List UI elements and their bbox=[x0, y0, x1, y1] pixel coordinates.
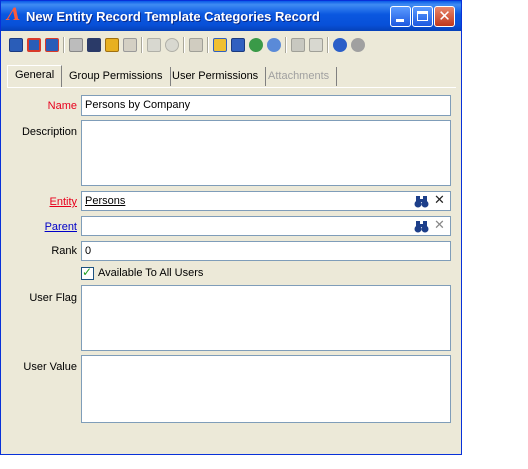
minimize-icon bbox=[396, 19, 404, 22]
available-label[interactable]: Available To All Users bbox=[98, 267, 203, 279]
parent-label[interactable]: Parent bbox=[45, 221, 77, 233]
maximize-icon bbox=[417, 11, 428, 21]
tag-icon[interactable] bbox=[309, 38, 323, 52]
forward-icon[interactable] bbox=[147, 38, 161, 52]
record-window: Λ New Entity Record Template Categories … bbox=[0, 0, 462, 455]
rank-value: 0 bbox=[85, 245, 92, 257]
info-icon[interactable] bbox=[351, 38, 365, 52]
user-value-label: User Value bbox=[23, 361, 77, 373]
user-flag-label: User Flag bbox=[29, 292, 77, 304]
refresh-icon[interactable] bbox=[165, 38, 179, 52]
toolbar-separator bbox=[285, 37, 287, 53]
tab-strip: General Group Permissions User Permissio… bbox=[7, 65, 459, 87]
name-label: Name bbox=[47, 100, 77, 112]
entity-field[interactable]: Persons ✕ bbox=[81, 191, 451, 211]
user-value-field[interactable] bbox=[81, 355, 451, 423]
available-checkbox[interactable]: ✓ bbox=[81, 265, 94, 280]
minimize-button[interactable] bbox=[390, 6, 411, 27]
app-icon: Λ bbox=[7, 5, 21, 25]
check-icon: ✓ bbox=[82, 265, 93, 279]
entity-label[interactable]: Entity bbox=[49, 196, 77, 208]
parent-lookup-button[interactable] bbox=[413, 218, 430, 235]
copy-record-icon[interactable] bbox=[231, 38, 245, 52]
tab-group-permissions[interactable]: Group Permissions bbox=[62, 67, 171, 86]
rank-label: Rank bbox=[51, 245, 77, 257]
entity-value: Persons bbox=[85, 195, 126, 207]
description-label: Description bbox=[21, 126, 77, 138]
toolbar-separator bbox=[63, 37, 65, 53]
name-value: Persons by Company bbox=[85, 99, 191, 111]
copy-icon[interactable] bbox=[213, 38, 227, 52]
find-icon[interactable] bbox=[87, 38, 101, 52]
toolbar-separator bbox=[327, 37, 329, 53]
maximize-button[interactable] bbox=[412, 6, 433, 27]
user-flag-field[interactable] bbox=[81, 285, 451, 351]
open-folder-icon[interactable] bbox=[105, 38, 119, 52]
title-bar[interactable]: Λ New Entity Record Template Categories … bbox=[1, 1, 461, 31]
help-icon[interactable] bbox=[333, 38, 347, 52]
toolbar-separator bbox=[183, 37, 185, 53]
binoculars-icon bbox=[414, 221, 429, 233]
properties-icon[interactable] bbox=[123, 38, 137, 52]
parent-field[interactable]: ✕ bbox=[81, 216, 451, 236]
entity-clear-button[interactable]: ✕ bbox=[431, 192, 448, 210]
tab-attachments[interactable]: Attachments bbox=[261, 67, 338, 86]
close-button[interactable]: ✕ bbox=[434, 6, 455, 27]
name-field[interactable]: Persons by Company bbox=[81, 95, 451, 116]
toolbar-separator bbox=[141, 37, 143, 53]
description-field[interactable] bbox=[81, 120, 451, 186]
rank-field[interactable]: 0 bbox=[81, 241, 451, 261]
attach-icon[interactable] bbox=[291, 38, 305, 52]
tab-user-permissions[interactable]: User Permissions bbox=[165, 67, 267, 86]
save-new-icon[interactable] bbox=[27, 38, 41, 52]
link-icon[interactable] bbox=[189, 38, 203, 52]
web-icon[interactable] bbox=[249, 38, 263, 52]
general-panel: Name Persons by Company Description Enti… bbox=[7, 87, 456, 430]
save-close-icon[interactable] bbox=[45, 38, 59, 52]
close-icon: ✕ bbox=[438, 7, 451, 25]
print-icon[interactable] bbox=[69, 38, 83, 52]
toolbar-separator bbox=[207, 37, 209, 53]
save-icon[interactable] bbox=[9, 38, 23, 52]
window-title: New Entity Record Template Categories Re… bbox=[26, 9, 320, 24]
toolbar bbox=[5, 33, 457, 57]
parent-clear-button[interactable]: ✕ bbox=[431, 217, 448, 235]
entity-lookup-button[interactable] bbox=[413, 193, 430, 210]
binoculars-icon bbox=[414, 196, 429, 208]
tab-general[interactable]: General bbox=[7, 65, 63, 87]
settings-icon[interactable] bbox=[267, 38, 281, 52]
